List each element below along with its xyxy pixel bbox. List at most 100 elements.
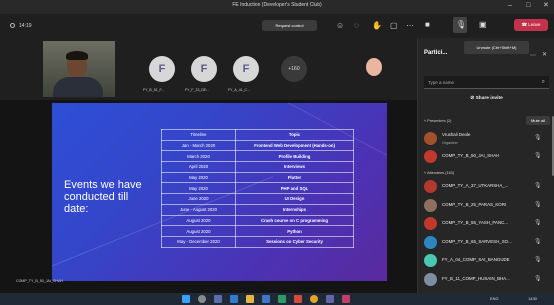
participant-row[interactable]: COMP_TY_B_55_YASH_PANC... 🎙 [424,216,554,232]
microphone-icon: 🎙 [534,257,542,263]
meeting-toolbar: 14:19 Request control ☺ ◌ ✋ ▢ ⋯ [0,14,417,38]
more-options-icon[interactable]: ⋯ [406,21,414,30]
mute-all-button[interactable]: Mute all [526,116,550,125]
file-explorer-icon[interactable] [246,295,254,303]
microphone-icon: 🎙 [534,275,542,282]
participant-row[interactable]: FY_A_04_COMP_SAI_BANGUDE 🎙 [424,253,554,269]
participant-label: FY_B_51_F... [143,88,165,92]
topic-cell: Python [235,225,354,237]
participant-row[interactable]: FY_B_11_COMP_HUSAIN_BHA... 🎙 [424,272,554,288]
participant-avatar [424,235,437,249]
share-invite-button[interactable]: ⊘ Share invite [424,93,549,105]
table-row: August 2020 Crash course on C programming [161,214,354,227]
rooms-icon[interactable]: ▢ [390,21,398,30]
participant-video-tile[interactable] [360,54,388,84]
participant-avatar [424,217,437,230]
topic-cell: Crash course on C programming [235,214,354,227]
topic-cell: Frontend Web Development (Hands-on) [235,139,354,152]
attendees-header-label: Attendees (163) [427,171,455,175]
participant-row[interactable]: COMP_TY_B_25_PARAS_KORI 🎙 [424,198,554,214]
topic-cell: Flutter [235,171,354,184]
close-button[interactable]: ✕ [543,2,549,10]
table-row: June 2020 UI Design [161,193,354,205]
timer-text: 14:19 [19,23,32,29]
search-icon[interactable] [198,295,206,303]
minimize-button[interactable]: – [508,2,512,10]
microphone-icon: 🎙 [534,153,542,159]
windows-taskbar: ENG 1430 [0,293,554,305]
share-screen-icon[interactable]: ▣ [479,20,487,29]
timeline-cell: May 2020 [161,171,236,184]
chrome-icon[interactable] [310,295,318,303]
window-title-bar: FE Induction (Developer's Student Club) … [0,0,554,14]
microphone-icon: 🎙 [534,201,542,208]
presenters-header[interactable]: ˅ Presenters (2) [424,119,451,123]
window-title: FE Induction (Developer's Student Club) [232,2,322,8]
microphone-icon: 🎙 [534,238,542,245]
timeline-cell: June - August 2020 [161,203,236,216]
table-row: August 2020 Python [161,225,354,237]
self-video-tile[interactable] [43,41,115,97]
participant-avatar [424,180,437,193]
participant-label: FY_F_23_DE... [185,88,210,92]
timeline-cell: August 2020 [161,225,236,237]
close-icon[interactable]: ✕ [542,51,547,58]
participant-search-input[interactable]: Type a name ⌕ [424,76,549,89]
participant-avatar[interactable]: F [233,56,259,82]
people-icon[interactable]: ☺ [336,21,344,30]
table-row: June - August 2020 Internships [161,203,354,216]
attendees-header[interactable]: ˅ Attendees (163) [424,171,454,175]
task-view-icon[interactable] [214,295,222,303]
participant-avatar[interactable]: F [191,56,217,82]
participant-row[interactable]: COMP_TY_B_65_SARVESH_SO... 🎙 [424,235,554,251]
more-options-icon[interactable]: ⋯ [530,52,536,59]
unmute-tooltip: Unmute (Ctrl+Shift+M) [464,41,529,54]
microphone-icon[interactable]: 🎙 [456,20,466,29]
timeline-cell: May 2020 [161,182,236,195]
timeline-cell: March 2020 [161,150,236,163]
participant-name: COMP_TY_B_50_JAI_SHAH [442,153,500,158]
language-indicator[interactable]: ENG [490,296,499,301]
app-icon[interactable] [294,295,302,303]
slide-heading: Events we have conducted till date: [64,179,142,215]
shared-screen: Events we have conducted till date: Time… [0,100,417,293]
maximize-button[interactable]: □ [526,2,530,10]
share-invite-label: Share invite [475,96,503,101]
topic-cell: UI Design [235,193,354,205]
video-strip: F FY_B_51_F... F FY_F_23_DE... F FY_A_41… [0,38,417,100]
camera-icon[interactable]: ■ [425,20,430,29]
edge-icon[interactable] [230,295,238,303]
participant-name: COMP_TY_A_37_UTKARSHA_... [442,183,509,188]
raise-hand-icon[interactable]: ✋ [372,21,382,30]
app-icon[interactable] [278,295,286,303]
table-row: May 2020 Flutter [161,171,354,184]
timeline-cell: June 2020 [161,193,236,205]
events-table: Timeline Topic Jan - March 2020 Frontend … [161,129,354,248]
app-icon[interactable] [342,295,350,303]
meeting-timer: 14:19 [10,23,32,29]
presentation-slide: Events we have conducted till date: Time… [52,103,387,281]
table-row: Jan - March 2020 Frontend Web Development… [161,139,354,152]
search-placeholder: Type a name [428,80,455,85]
presenters-header-label: Presenters (2) [427,119,452,123]
participant-avatar [424,132,437,145]
participant-name: COMP_TY_B_55_YASH_PANC... [442,220,508,225]
windows-start-icon[interactable] [182,295,190,303]
request-control-button[interactable]: Request control [262,20,317,31]
store-icon[interactable] [262,295,270,303]
participant-label: FY_A_41_C... [228,88,250,92]
participant-name: COMP_TY_B_65_SARVESH_SO... [442,238,512,244]
participant-row[interactable]: COMP_TY_A_37_UTKARSHA_... 🎙 [424,179,554,195]
participant-row[interactable]: COMP_TY_B_50_JAI_SHAH 🎙 [424,149,554,165]
leave-button[interactable]: ☎ Leave [514,19,548,31]
teams-icon[interactable] [326,295,334,303]
participant-avatar[interactable]: F [149,56,175,82]
table-row: April 2020 Interviews [161,161,354,173]
timeline-cell: May - December 2020 [161,235,236,248]
more-participants-count[interactable]: +160 [281,56,307,82]
timeline-cell: August 2020 [161,214,236,227]
participant-row[interactable]: Vrushali Deole Organizer 🎙 [424,131,554,147]
participant-name: FY_B_11_COMP_HUSAIN_BHA... [442,275,510,281]
clock[interactable]: 1430 [528,296,537,301]
chat-icon[interactable]: ◌ [354,21,359,30]
